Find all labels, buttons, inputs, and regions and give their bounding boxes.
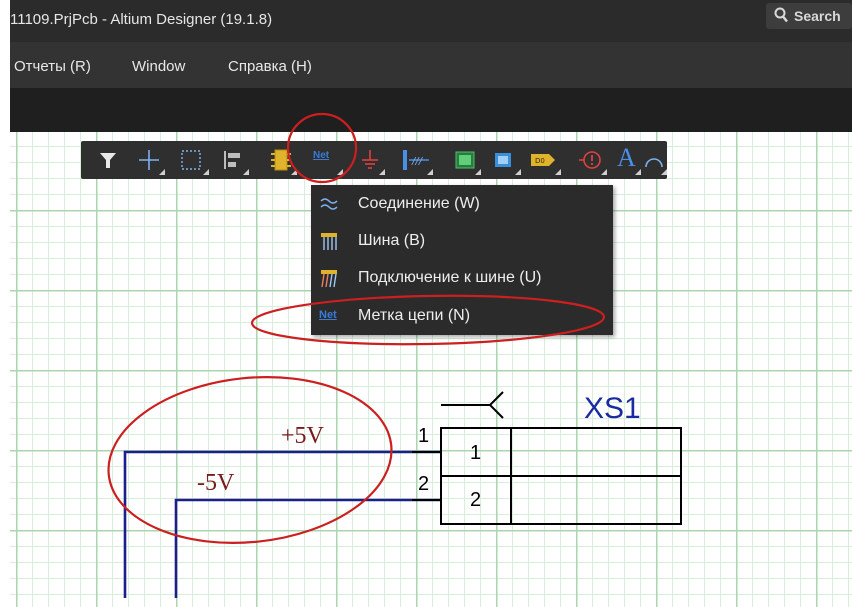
select-tool[interactable] bbox=[177, 141, 209, 179]
power-port-tool[interactable] bbox=[357, 141, 385, 179]
harness-tool[interactable] bbox=[489, 141, 521, 179]
align-tool[interactable] bbox=[219, 141, 249, 179]
active-bar-toolbar: Net /// D0 A bbox=[81, 141, 667, 179]
pin2-name: 2 bbox=[470, 489, 482, 511]
menu-reports[interactable]: Отчеты (R) bbox=[14, 58, 91, 75]
menu-help[interactable]: Справка (H) bbox=[228, 58, 312, 75]
sheet-symbol-tool[interactable] bbox=[451, 141, 481, 179]
bus-icon bbox=[321, 233, 337, 250]
move-tool[interactable] bbox=[135, 141, 165, 179]
net-label-minus5v[interactable]: -5V bbox=[197, 470, 234, 497]
net-label-icon-text: Net bbox=[319, 309, 337, 321]
net-label-icon: Net bbox=[319, 305, 341, 327]
arc-tool[interactable] bbox=[641, 141, 667, 179]
filter-tool[interactable] bbox=[95, 141, 121, 179]
menu-window[interactable]: Window bbox=[132, 58, 185, 75]
window-title: 11109.PrjPcb - Altium Designer (19.1.8) bbox=[10, 11, 273, 28]
search-box[interactable]: Search bbox=[766, 3, 852, 29]
menu-item-wire-label: Соединение (W) bbox=[358, 195, 480, 212]
menu-item-bus[interactable]: Шина (B) bbox=[311, 222, 613, 260]
search-label: Search bbox=[794, 8, 841, 24]
menu-item-wire[interactable]: Соединение (W) bbox=[311, 185, 613, 223]
menu-item-bus-entry-label: Подключение к шине (U) bbox=[358, 269, 542, 286]
svg-text:D0: D0 bbox=[535, 157, 545, 165]
text-icon: A bbox=[617, 143, 636, 172]
bus-tool[interactable]: /// bbox=[399, 141, 433, 179]
menu-item-net-label-label: Метка цепи (N) bbox=[358, 307, 471, 324]
bus-entry-icon bbox=[321, 270, 337, 288]
title-bar: 11109.PrjPcb - Altium Designer (19.1.8) … bbox=[10, 0, 852, 42]
wire-icon bbox=[320, 198, 338, 210]
net-label-plus5v[interactable]: +5V bbox=[281, 423, 324, 450]
search-icon bbox=[774, 7, 788, 23]
menu-item-bus-label: Шина (B) bbox=[358, 232, 426, 249]
directive-tool[interactable] bbox=[577, 141, 607, 179]
place-part-tool[interactable] bbox=[267, 141, 297, 179]
document-tabs-bar bbox=[10, 88, 852, 132]
net-dropdown-menu: Соединение (W) Шина (B) Подключение к ши… bbox=[311, 185, 613, 335]
text-tool[interactable]: A bbox=[615, 141, 641, 179]
menu-item-net-label[interactable]: Net Метка цепи (N) bbox=[311, 297, 613, 335]
net-label-icon: Net bbox=[313, 150, 330, 161]
menu-bar: Отчеты (R) Window Справка (H) bbox=[10, 42, 852, 88]
net-label-tool[interactable]: Net bbox=[311, 141, 343, 179]
port-tool[interactable]: D0 bbox=[527, 141, 561, 179]
connector-designator[interactable]: XS1 bbox=[584, 392, 641, 426]
pin1-name: 1 bbox=[470, 442, 482, 464]
filter-icon bbox=[100, 153, 116, 168]
pin2-number: 2 bbox=[418, 473, 430, 495]
menu-item-bus-entry[interactable]: Подключение к шине (U) bbox=[311, 259, 613, 297]
pin1-number: 1 bbox=[418, 425, 430, 447]
svg-text:///: /// bbox=[411, 156, 424, 167]
